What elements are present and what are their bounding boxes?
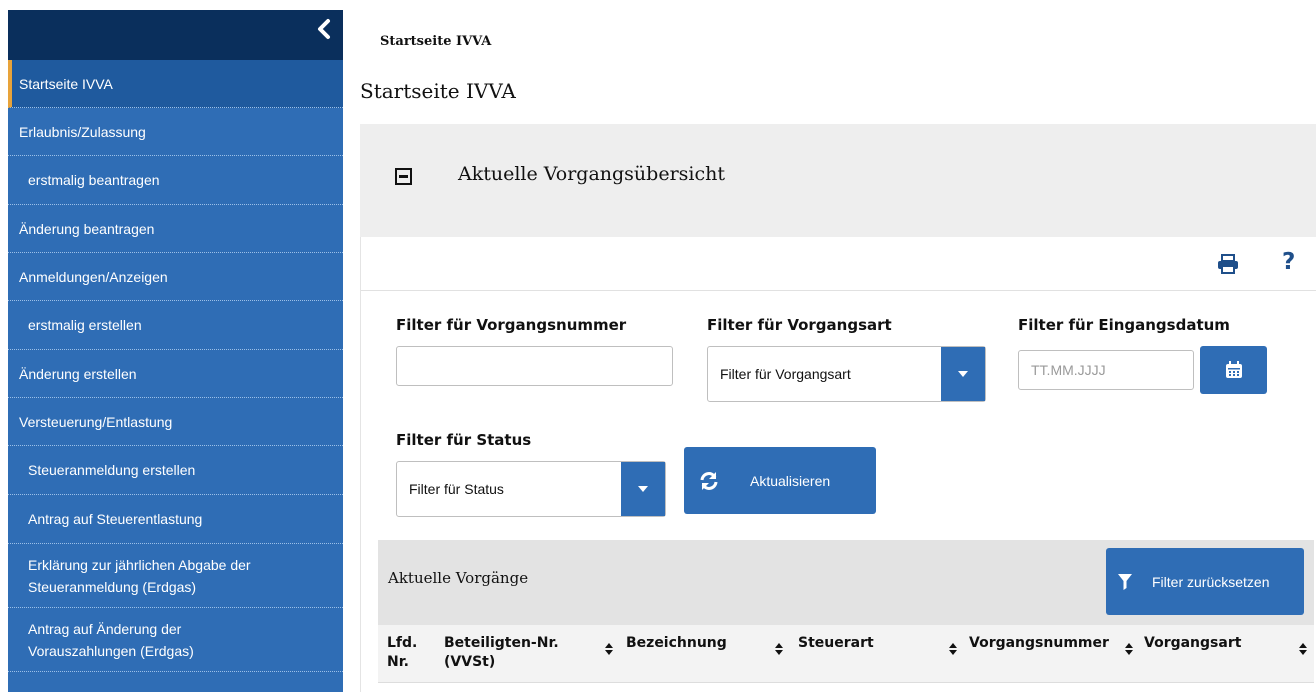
column-header-bezeichnung[interactable]: Bezeichnung xyxy=(626,634,727,653)
sidebar-item-antrag-steuerentlastung[interactable]: Antrag auf Steuerentlastung xyxy=(8,495,343,544)
print-icon[interactable] xyxy=(1217,254,1239,274)
refresh-button[interactable]: Aktualisieren xyxy=(684,447,876,514)
filter-vorgangsart-value: Filter für Vorgangsart xyxy=(720,366,851,382)
sidebar-item-label: Startseite IVVA xyxy=(19,75,113,92)
panel-title: Aktuelle Vorgangsübersicht xyxy=(458,163,725,185)
refresh-icon xyxy=(700,471,718,490)
sort-icon[interactable] xyxy=(1125,643,1133,655)
column-header-line1: Bezeichnung xyxy=(626,635,727,651)
column-header-line1: Steuerart xyxy=(798,635,874,651)
filter-vorgangsnummer-input[interactable] xyxy=(396,346,673,386)
sidebar-header xyxy=(8,10,343,60)
reset-filter-button[interactable]: Filter zurücksetzen xyxy=(1106,548,1304,615)
sidebar-item-label-line2: Steueranmeldung (Erdgas) xyxy=(28,578,197,595)
panel-header: Aktuelle Vorgangsübersicht xyxy=(360,124,1316,237)
sidebar-item-erklaerung-jaehrliche-abgabe[interactable]: Erklärung zur jährlichen Abgabe der Steu… xyxy=(8,544,343,608)
sidebar-item-erstmalig-erstellen[interactable]: erstmalig erstellen xyxy=(8,301,343,350)
filter-icon xyxy=(1118,573,1132,590)
sidebar-item-erstmalig-beantragen[interactable]: erstmalig beantragen xyxy=(8,156,343,205)
column-header-line2: (VVSt) xyxy=(444,654,496,670)
filter-vorgangsart-label: Filter für Vorgangsart xyxy=(707,316,892,334)
caret-down-icon[interactable] xyxy=(621,462,665,516)
toolbar-divider xyxy=(361,290,1316,291)
column-header-vorgangsnummer[interactable]: Vorgangsnummer xyxy=(969,634,1109,653)
sidebar-item-steueranmeldung-erstellen[interactable]: Steueranmeldung erstellen xyxy=(8,446,343,495)
table-column-headers: Lfd. Nr. Beteiligten-Nr. (VVSt) Bezeichn… xyxy=(378,625,1314,683)
sidebar-item-versteuerung-entlastung[interactable]: Versteuerung/Entlastung xyxy=(8,398,343,446)
sidebar-item-label: Anmeldungen/Anzeigen xyxy=(19,268,168,285)
column-header-line2: Nr. xyxy=(387,654,409,670)
sidebar-item-label-line1: Erklärung zur jährlichen Abgabe der xyxy=(28,556,251,573)
panel-body: ? Filter für Vorgangsnummer Filter für V… xyxy=(360,237,1316,692)
caret-down-icon[interactable] xyxy=(941,347,985,401)
reset-filter-label: Filter zurücksetzen xyxy=(1152,573,1270,590)
minus-square-icon[interactable] xyxy=(395,168,412,185)
sidebar-item-label: erstmalig erstellen xyxy=(28,317,142,333)
filter-eingangsdatum-input[interactable] xyxy=(1018,350,1194,390)
sort-icon[interactable] xyxy=(1299,643,1307,655)
help-icon[interactable]: ? xyxy=(1282,249,1295,275)
filter-eingangsdatum-label: Filter für Eingangsdatum xyxy=(1018,316,1230,334)
column-header-lfd-nr[interactable]: Lfd. Nr. xyxy=(387,634,417,672)
filter-vorgangsnummer-label: Filter für Vorgangsnummer xyxy=(396,316,627,334)
calendar-icon xyxy=(1225,361,1242,378)
sidebar-item-label: Erlaubnis/Zulassung xyxy=(19,123,146,140)
sort-icon[interactable] xyxy=(775,643,783,655)
column-header-line1: Vorgangsnummer xyxy=(969,635,1109,651)
sidebar-item-label: Änderung beantragen xyxy=(19,220,155,237)
column-header-line1: Beteiligten-Nr. xyxy=(444,635,559,651)
sidebar-item-label-line1: Antrag auf Änderung der xyxy=(28,620,182,637)
column-header-vorgangsart[interactable]: Vorgangsart xyxy=(1144,634,1241,653)
sidebar-item-anmeldungen-anzeigen[interactable]: Anmeldungen/Anzeigen xyxy=(8,253,343,301)
sidebar-item-label: Antrag auf Steuerentlastung xyxy=(28,511,203,527)
sidebar-item-label: Antrag auf Änderung der Vorauszahlungen … xyxy=(28,618,194,662)
breadcrumb[interactable]: Startseite IVVA xyxy=(380,34,491,49)
table-title: Aktuelle Vorgänge xyxy=(388,569,529,587)
sidebar-item-label: Steueranmeldung erstellen xyxy=(28,462,196,478)
filter-status-select[interactable]: Filter für Status xyxy=(396,461,666,517)
sidebar-item-startseite[interactable]: Startseite IVVA xyxy=(8,60,343,108)
sidebar-item-antrag-aenderung-vorauszahlungen[interactable]: Antrag auf Änderung der Vorauszahlungen … xyxy=(8,608,343,672)
refresh-label: Aktualisieren xyxy=(750,472,831,489)
sidebar-item-aenderung-erstellen[interactable]: Änderung erstellen xyxy=(8,350,343,398)
sort-icon[interactable] xyxy=(949,643,957,655)
sidebar-item-erlaubnis-zulassung[interactable]: Erlaubnis/Zulassung xyxy=(8,108,343,156)
column-header-beteiligten-nr[interactable]: Beteiligten-Nr. (VVSt) xyxy=(444,634,559,672)
chevron-left-icon[interactable] xyxy=(315,18,333,40)
sidebar-item-label: Änderung erstellen xyxy=(19,365,137,382)
column-header-line1: Lfd. xyxy=(387,635,418,651)
filter-status-value: Filter für Status xyxy=(409,481,504,497)
filter-status-label: Filter für Status xyxy=(396,431,532,449)
sidebar-item-aenderung-beantragen[interactable]: Änderung beantragen xyxy=(8,205,343,253)
column-header-line1: Vorgangsart xyxy=(1144,635,1242,651)
filter-vorgangsart-select[interactable]: Filter für Vorgangsart xyxy=(707,346,986,402)
sidebar-item-label: Versteuerung/Entlastung xyxy=(19,413,173,430)
table-header-bar: Aktuelle Vorgänge Filter zurücksetzen xyxy=(378,540,1314,625)
sidebar: Startseite IVVA Erlaubnis/Zulassung erst… xyxy=(8,10,343,692)
column-header-steuerart[interactable]: Steuerart xyxy=(798,634,874,653)
sidebar-item-label-line2: Vorauszahlungen (Erdgas) xyxy=(28,642,194,659)
sort-icon[interactable] xyxy=(605,643,613,655)
sidebar-item-label: erstmalig beantragen xyxy=(28,172,160,188)
sidebar-item-label: Erklärung zur jährlichen Abgabe der Steu… xyxy=(28,554,251,598)
calendar-button[interactable] xyxy=(1200,346,1267,394)
page-title: Startseite IVVA xyxy=(360,79,516,103)
